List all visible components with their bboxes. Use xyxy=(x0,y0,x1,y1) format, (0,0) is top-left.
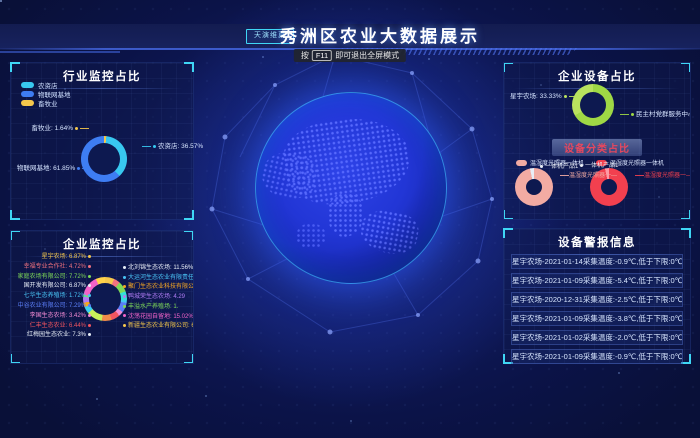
globe-shade xyxy=(256,93,446,283)
chart-label: 物联网基地: 61.85% xyxy=(17,165,81,173)
label-dot xyxy=(88,275,91,278)
label-dot xyxy=(123,295,126,298)
page-title: 秀洲区农业大数据展示 xyxy=(60,24,700,49)
legend-label: 畜牧业 xyxy=(38,98,58,108)
chart-legend: 农资店物联网基地畜牧业 xyxy=(21,80,71,107)
dashboard: 天演维真 秀洲区农业大数据展示 按 F11 即可退出全屏模式 行业监控占比 农资… xyxy=(0,0,700,438)
alarm-row: 星宇农场-2021-01-14采集温度:-0.9℃,低于下限:0℃ xyxy=(511,254,683,269)
panel-title: 设备警报信息 xyxy=(504,229,690,250)
chart-label: 仁丰生态农业: 6.44% xyxy=(15,323,93,330)
chart-label: 家庭农场有限公司: 7.72% xyxy=(15,274,93,281)
alarm-row: 星宇农场-2021-01-09采集温度:-3.8℃,低于下限:0℃ xyxy=(511,311,683,326)
chart-label: 农资店: 36.57% xyxy=(142,143,203,151)
chart-label: 民主村党群服务中心: xyxy=(620,111,691,119)
chart-label: 鸭城荣生态农场: 4.29 xyxy=(121,294,185,301)
industry-donut-chart[interactable] xyxy=(81,136,127,182)
alarm-row: 星宇农场-2020-12-31采集温度:-2.5℃,低于下限:0℃ xyxy=(511,292,683,307)
chart-label: 幸福专业合作社: 4.72% xyxy=(15,264,93,271)
label-dot xyxy=(75,127,78,130)
tip-prefix: 按 xyxy=(301,50,309,61)
label-dot xyxy=(580,164,583,167)
alarm-list: 星宇农场-2021-01-14采集温度:-0.9℃,低于下限:0℃ 星宇农场-20… xyxy=(504,250,690,364)
legend-item[interactable]: 畜牧业 xyxy=(21,98,71,107)
chart-label: 一体机产品1 xyxy=(578,163,618,170)
chart-label: 沈荡花园自留地: 15.02% xyxy=(121,314,194,321)
label-dot xyxy=(123,266,126,269)
label-dot xyxy=(88,324,91,327)
alarm-row: 星宇农场-2021-01-09采集温度:-0.9℃,低于下限:0℃ xyxy=(511,349,683,364)
chart-label: 温湿度光照器一— xyxy=(635,173,691,180)
chart-label: 大运河生态农业有限责任公 xyxy=(121,275,194,282)
chart-label: 红梅园生态农业: 7.3% xyxy=(15,332,93,339)
equipment-donut-chart[interactable] xyxy=(572,84,614,126)
label-dot xyxy=(88,265,91,268)
panel-enterprise-monitor: 企业监控占比 星宇农场: 6.87% 幸福专业合作社: 4.72% 家庭农场有限公司… xyxy=(10,230,194,364)
label-dot xyxy=(631,113,634,116)
label-dot xyxy=(123,314,126,317)
label-dot xyxy=(540,165,543,168)
tip-suffix: 即可退出全屏模式 xyxy=(335,50,399,61)
legend-swatch xyxy=(21,82,34,88)
panel-device-alarms: 设备警报信息 星宇农场-2021-01-14采集温度:-0.9℃,低于下限:0℃… xyxy=(503,228,691,364)
legend-swatch xyxy=(516,160,527,166)
label-dot xyxy=(88,255,91,258)
label-dot xyxy=(123,324,126,327)
label-dot xyxy=(564,95,567,98)
chart-label: 李国生态农场: 3.42% xyxy=(15,313,93,320)
chart-label: 星宇农场: 33.33% xyxy=(510,93,566,101)
legend-swatch xyxy=(21,100,34,106)
category-donut-chart-1[interactable] xyxy=(515,168,553,206)
chart-label: 一体机产品1 xyxy=(538,164,578,171)
chart-label: 丰溢水产养殖场: 1. xyxy=(121,304,178,311)
globe xyxy=(255,92,447,284)
label-dot xyxy=(123,305,126,308)
label-dot xyxy=(88,314,91,317)
label-dot xyxy=(123,276,126,279)
label-dot xyxy=(88,284,91,287)
chart-label: 星宇农场: 6.87% xyxy=(15,254,93,261)
alarm-row: 星宇农场-2021-01-09采集温度:-5.4℃,低于下限:0℃ xyxy=(511,273,683,288)
panel-title: 企业监控占比 xyxy=(11,231,193,252)
panel-industry-monitor: 行业监控占比 农资店物联网基地畜牧业 畜牧业: 1.64% 农资店: 36.57… xyxy=(10,62,194,220)
chart-label: 新疆生态农业有限公司: 6.87% xyxy=(121,323,194,330)
label-dot xyxy=(77,167,80,170)
chart-label: 畜牧业: 1.64% xyxy=(23,125,89,133)
chart-label: 中谷农业有限公司: 7.29% xyxy=(15,303,93,310)
chart-label: 温湿度光照器一— xyxy=(560,173,617,180)
subpanel-title: 设备分类占比 xyxy=(552,139,642,156)
chart-label: 北刘锦生态农场: 11.56% xyxy=(121,265,193,272)
label-dot xyxy=(123,285,126,288)
panel-equipment-ratio: 企业设备占比 星宇农场: 33.33% 民主村党群服务中心: 设备分类占比 温湿… xyxy=(503,62,691,220)
label-dot xyxy=(88,333,91,336)
label-dot xyxy=(88,304,91,307)
panel-title: 企业设备占比 xyxy=(504,63,690,84)
chart-label: 国开发有限公司: 6.87% xyxy=(15,283,93,290)
f11-key: F11 xyxy=(312,50,332,61)
alarm-row: 星宇农场-2021-01-02采集温度:-2.0℃,低于下限:0℃ xyxy=(511,330,683,345)
chart-label: 七华生态养殖场: 1.72% xyxy=(15,293,93,300)
label-dot xyxy=(88,294,91,297)
chart-label: 聚门生态农业科技有限公 xyxy=(121,284,194,291)
legend-swatch xyxy=(21,91,34,97)
label-dot xyxy=(153,145,156,148)
fullscreen-tip: 按 F11 即可退出全屏模式 xyxy=(294,49,406,62)
